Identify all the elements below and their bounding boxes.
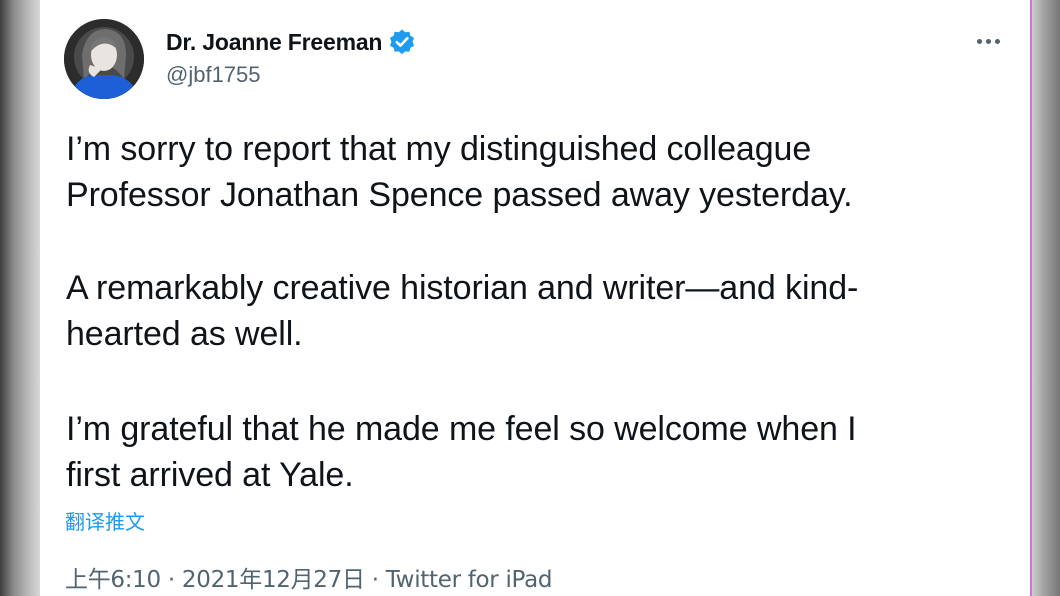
- verified-badge-icon: [388, 28, 416, 56]
- background-right-edge: [1030, 0, 1060, 596]
- tweet-paragraph: A remarkably creative historian and writ…: [66, 269, 859, 353]
- meta-separator: ·: [167, 567, 182, 593]
- avatar[interactable]: [64, 19, 144, 99]
- tweet-source[interactable]: Twitter for iPad: [386, 567, 553, 593]
- author-name-row: Dr. Joanne Freeman: [166, 28, 416, 56]
- translate-tweet-link[interactable]: 翻译推文: [65, 506, 145, 535]
- avatar-photo-icon: [64, 19, 144, 99]
- more-dot: [976, 38, 982, 44]
- tweet-time[interactable]: 上午6:10: [65, 567, 161, 593]
- tweet-paragraph: I’m grateful that he made me feel so wel…: [66, 410, 857, 494]
- author-handle[interactable]: @jbf1755: [166, 62, 261, 88]
- meta-separator: ·: [371, 567, 386, 593]
- tweet-metadata: 上午6:10 · 2021年12月27日 · Twitter for iPad: [65, 560, 553, 594]
- frame-edge-line: [1030, 0, 1032, 596]
- background-left-edge: [0, 0, 40, 596]
- more-dot: [985, 38, 991, 44]
- tweet-date[interactable]: 2021年12月27日: [182, 567, 365, 593]
- tweet-card: Dr. Joanne Freeman @jbf1755 I’m sorry to…: [40, 0, 1030, 596]
- more-options-icon[interactable]: [970, 26, 1006, 56]
- more-dot: [994, 38, 1000, 44]
- author-name[interactable]: Dr. Joanne Freeman: [166, 29, 382, 56]
- tweet-paragraph: I’m sorry to report that my distinguishe…: [66, 130, 853, 214]
